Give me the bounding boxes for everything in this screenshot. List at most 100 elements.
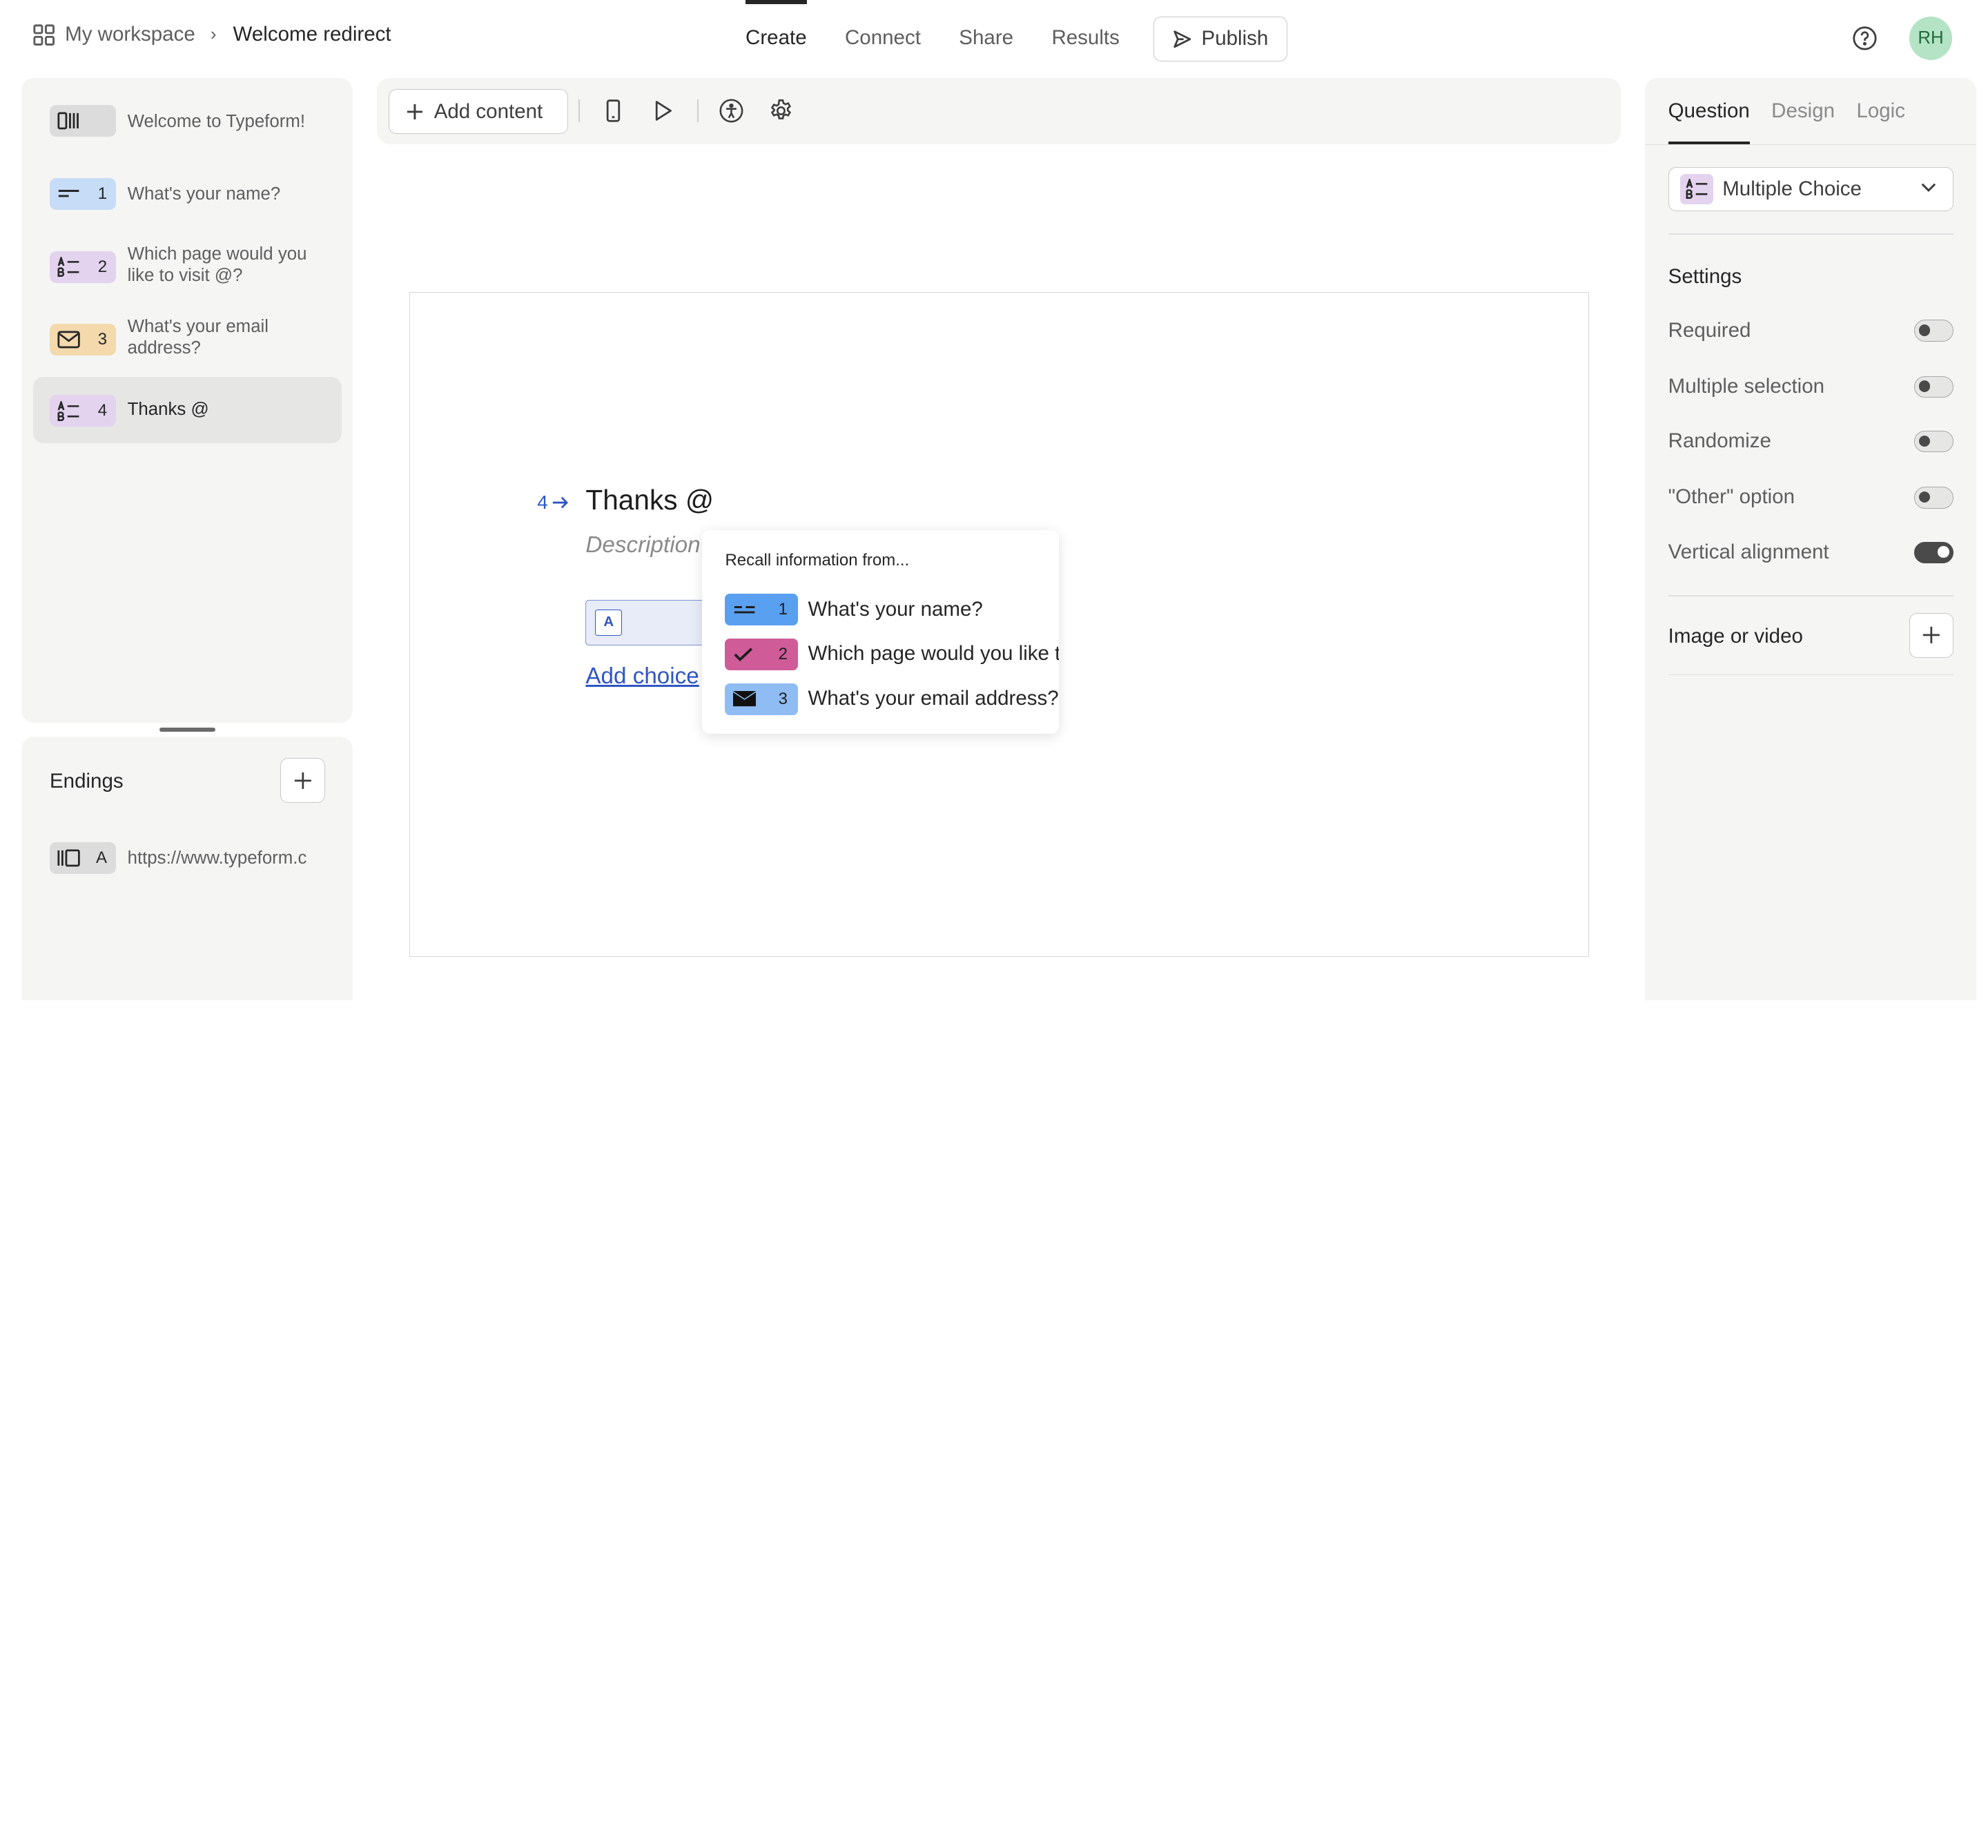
tab-share[interactable]: Share: [940, 0, 1033, 77]
question-label: Thanks @: [127, 399, 209, 419]
arrow-right-icon: [553, 496, 569, 509]
breadcrumb: My workspace › Welcome redirect: [33, 23, 391, 46]
setting-label: Multiple selection: [1668, 374, 1825, 398]
recall-item-3[interactable]: 3 What's your email address?: [725, 683, 1059, 715]
recall-badge: 1: [725, 594, 798, 626]
question-item-3[interactable]: 3 What's your email address?: [33, 310, 342, 369]
help-icon[interactable]: [1852, 26, 1878, 51]
question-item-4[interactable]: 4 Thanks @: [32, 377, 342, 444]
question-badge: 2: [49, 251, 116, 283]
question-list-panel: Welcome to Typeform! 1 What's your name?…: [21, 77, 353, 723]
question-number: 1: [97, 184, 108, 203]
welcome-screen-icon: [57, 112, 79, 130]
recall-title: Recall information from...: [725, 550, 910, 570]
add-image-button[interactable]: [1909, 613, 1954, 658]
recall-label: Which page would you like t: [808, 642, 1060, 665]
multiple-choice-icon: [1686, 179, 1708, 200]
envelope-icon: [732, 690, 756, 706]
setting-other-option: "Other" option: [1668, 485, 1954, 511]
question-number: 4: [537, 491, 548, 513]
ending-label: https://www.typeform.c: [127, 848, 307, 868]
multiple-choice-icon: [57, 256, 79, 277]
workspace-link[interactable]: My workspace: [65, 23, 195, 46]
plus-icon: [407, 104, 423, 119]
short-text-icon: [734, 606, 754, 614]
tab-question[interactable]: Question: [1668, 78, 1750, 144]
recall-item-1[interactable]: 1 What's your name?: [725, 594, 1059, 626]
choice-key: A: [595, 609, 623, 636]
toolbar-divider: [578, 99, 580, 123]
recall-number: 1: [778, 600, 788, 619]
mobile-view-icon[interactable]: [601, 98, 626, 124]
randomize-toggle[interactable]: [1913, 431, 1954, 453]
settings-title: Settings: [1668, 265, 1742, 288]
form-name[interactable]: Welcome redirect: [233, 23, 391, 46]
recall-item-2[interactable]: 2 Which page would you like t: [725, 638, 1060, 671]
gear-icon[interactable]: [768, 98, 794, 124]
chevron-right-icon: ›: [210, 24, 217, 44]
tab-results[interactable]: Results: [1033, 0, 1139, 77]
play-icon[interactable]: [650, 98, 676, 124]
question-type-badge: [1680, 173, 1714, 205]
recall-label: What's your email address?: [808, 687, 1059, 710]
multiple-choice-icon: [57, 400, 79, 421]
main-tabs: Create Connect Share Results: [726, 0, 1138, 77]
required-toggle[interactable]: [1913, 320, 1954, 342]
ending-item[interactable]: A https://www.typeform.c: [49, 842, 343, 875]
settings-panel: Question Design Logic Multiple Choice Se…: [1645, 77, 1977, 1001]
tab-connect[interactable]: Connect: [826, 0, 939, 77]
add-content-label: Add content: [433, 99, 543, 123]
add-ending-button[interactable]: [280, 758, 325, 804]
recall-label: What's your name?: [808, 597, 983, 621]
tab-logic[interactable]: Logic: [1856, 78, 1905, 144]
question-badge: 3: [49, 323, 116, 356]
other-option-toggle[interactable]: [1913, 487, 1954, 509]
add-choice-link[interactable]: Add choice: [585, 663, 699, 690]
tab-design[interactable]: Design: [1771, 78, 1835, 144]
publish-button[interactable]: Publish: [1153, 17, 1287, 61]
vertical-alignment-toggle[interactable]: [1913, 541, 1954, 563]
question-label: Which page would you like to visit @?: [127, 244, 307, 285]
resize-handle[interactable]: [159, 728, 215, 732]
setting-label: Required: [1668, 318, 1751, 342]
grid-icon[interactable]: [33, 23, 55, 46]
question-description-input[interactable]: Description: [585, 532, 700, 558]
question-label: Welcome to Typeform!: [127, 111, 306, 131]
question-number-indicator: 4: [537, 492, 569, 514]
question-type-select[interactable]: Multiple Choice: [1668, 166, 1954, 212]
recall-number: 2: [778, 645, 788, 663]
accessibility-icon[interactable]: [719, 98, 744, 124]
question-title-input[interactable]: Thanks @: [585, 484, 714, 516]
multiple-selection-toggle[interactable]: [1913, 376, 1954, 398]
divider: [1668, 233, 1954, 235]
choice-option[interactable]: A: [585, 599, 713, 646]
toolbar-divider: [696, 99, 699, 123]
setting-vertical-alignment: Vertical alignment: [1668, 541, 1954, 566]
check-icon: [733, 648, 752, 661]
ending-badge: A: [49, 842, 116, 875]
question-badge: 4: [49, 395, 116, 427]
chevron-down-icon: [1921, 183, 1936, 193]
question-label: What's your email address?: [127, 316, 269, 358]
question-item-welcome[interactable]: Welcome to Typeform!: [33, 93, 342, 149]
settings-tabs: Question Design Logic: [1668, 78, 1905, 144]
add-content-button[interactable]: Add content: [389, 89, 569, 134]
question-badge: 1: [49, 177, 116, 210]
divider: [1668, 595, 1954, 596]
recall-dropdown: Recall information from... 1 What's your…: [702, 530, 1060, 735]
question-number: 2: [97, 257, 108, 276]
setting-randomize: Randomize: [1668, 429, 1954, 455]
recall-badge: 3: [725, 683, 798, 715]
setting-label: Vertical alignment: [1668, 540, 1829, 563]
question-item-1[interactable]: 1 What's your name?: [33, 166, 342, 222]
envelope-icon: [57, 331, 80, 349]
plus-icon: [1922, 627, 1940, 644]
send-icon: [1173, 30, 1191, 48]
recall-number: 3: [778, 689, 788, 708]
endings-title: Endings: [49, 770, 124, 793]
avatar[interactable]: RH: [1909, 17, 1953, 60]
endings-panel: Endings A https://www.typeform.c: [21, 737, 353, 1001]
setting-multiple-selection: Multiple selection: [1668, 375, 1954, 400]
question-item-2[interactable]: 2 Which page would you like to visit @?: [33, 237, 342, 295]
tab-create[interactable]: Create: [726, 0, 826, 77]
